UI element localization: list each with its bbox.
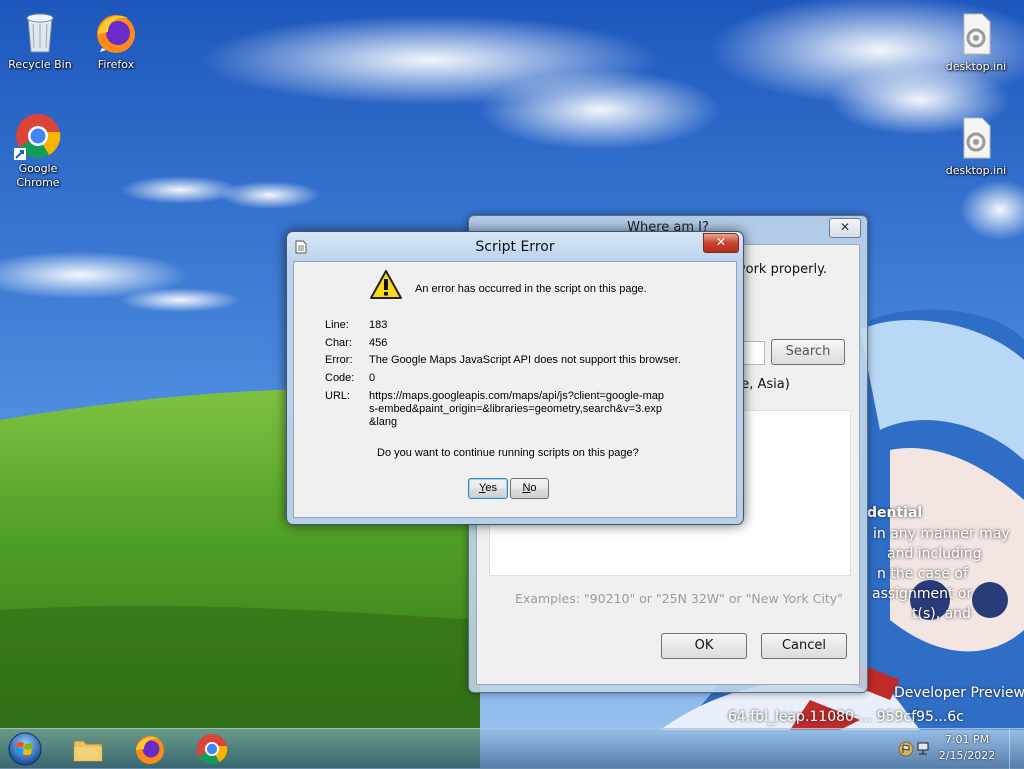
clock-date: 2/15/2022 xyxy=(938,749,996,762)
build-watermark-line-2: 64.fbl_leap.11080-... 959cf95...6c xyxy=(728,709,964,725)
close-button[interactable]: ✕ xyxy=(829,218,861,238)
no-button[interactable]: No xyxy=(510,478,549,499)
overlay-text-1: dential xyxy=(867,505,923,521)
cancel-button[interactable]: Cancel xyxy=(761,633,847,659)
desktop-icon-label: Google Chrome xyxy=(16,162,60,189)
desktop-icon-label: desktop.ini xyxy=(945,60,1007,73)
desktop-icon-firefox[interactable]: Firefox xyxy=(78,8,154,72)
overlay-text-5: assignment or xyxy=(872,586,973,602)
desktop-icon-desktop-ini[interactable]: desktop.ini xyxy=(938,10,1014,74)
chrome-icon xyxy=(14,112,62,160)
continue-question: Do you want to continue running scripts … xyxy=(377,447,639,459)
firefox-icon xyxy=(92,8,140,56)
line-value: 183 xyxy=(369,319,388,331)
system-clock[interactable]: 7:01 PM 2/15/2022 xyxy=(932,732,1002,764)
url-value: https://maps.googleapis.com/maps/api/js?… xyxy=(369,390,665,428)
script-error-dialog: Script Error ✕ An error has occurred in … xyxy=(286,231,744,525)
partial-description-text: work properly. xyxy=(735,262,828,277)
clock-time: 7:01 PM xyxy=(944,733,990,746)
examples-hint: Examples: "90210" or "25N 32W" or "New Y… xyxy=(515,591,843,606)
network-icon[interactable] xyxy=(916,741,932,757)
show-desktop-button[interactable] xyxy=(1009,729,1024,769)
action-center-flag-icon[interactable] xyxy=(898,741,914,757)
char-value: 456 xyxy=(369,337,388,349)
overlay-text-3: and including xyxy=(887,546,982,562)
desktop-icon-google-chrome[interactable]: Google Chrome xyxy=(0,112,76,190)
desktop-icon-label: desktop.ini xyxy=(945,164,1007,177)
settings-file-icon xyxy=(952,114,1000,162)
yes-label-rest: es xyxy=(485,482,497,494)
explorer-folder-icon[interactable] xyxy=(70,731,106,767)
warning-icon xyxy=(370,270,402,299)
taskbar: 7:01 PM 2/15/2022 xyxy=(0,728,1024,769)
code-value: 0 xyxy=(369,372,376,384)
search-button[interactable]: Search xyxy=(771,339,845,365)
error-message: An error has occurred in the script on t… xyxy=(415,283,647,295)
overlay-text-2: in any manner may xyxy=(873,526,1010,542)
close-button[interactable]: ✕ xyxy=(703,233,739,253)
no-label-rest: o xyxy=(530,482,537,494)
chrome-icon[interactable] xyxy=(194,731,230,767)
settings-file-icon xyxy=(952,10,1000,58)
desktop-icon-label: Recycle Bin xyxy=(8,58,72,71)
recycle-bin-icon xyxy=(16,8,64,56)
firefox-icon[interactable] xyxy=(132,731,168,767)
error-value: The Google Maps JavaScript API does not … xyxy=(369,354,681,366)
ok-button[interactable]: OK xyxy=(661,633,747,659)
yes-button[interactable]: Yes xyxy=(468,478,508,499)
build-watermark-line-1: Developer Preview xyxy=(894,685,1024,701)
overlay-text-4: n the case of xyxy=(877,566,968,582)
desktop-icon-label: Firefox xyxy=(97,58,135,71)
overlay-text-6: t(s), and xyxy=(912,606,971,622)
dialog-title: Script Error xyxy=(475,239,555,255)
start-button[interactable] xyxy=(6,731,44,767)
desktop-icon-desktop-ini[interactable]: desktop.ini xyxy=(938,114,1014,178)
desktop-icon-recycle-bin[interactable]: Recycle Bin xyxy=(2,8,78,72)
dialog-body: An error has occurred in the script on t… xyxy=(293,261,737,518)
